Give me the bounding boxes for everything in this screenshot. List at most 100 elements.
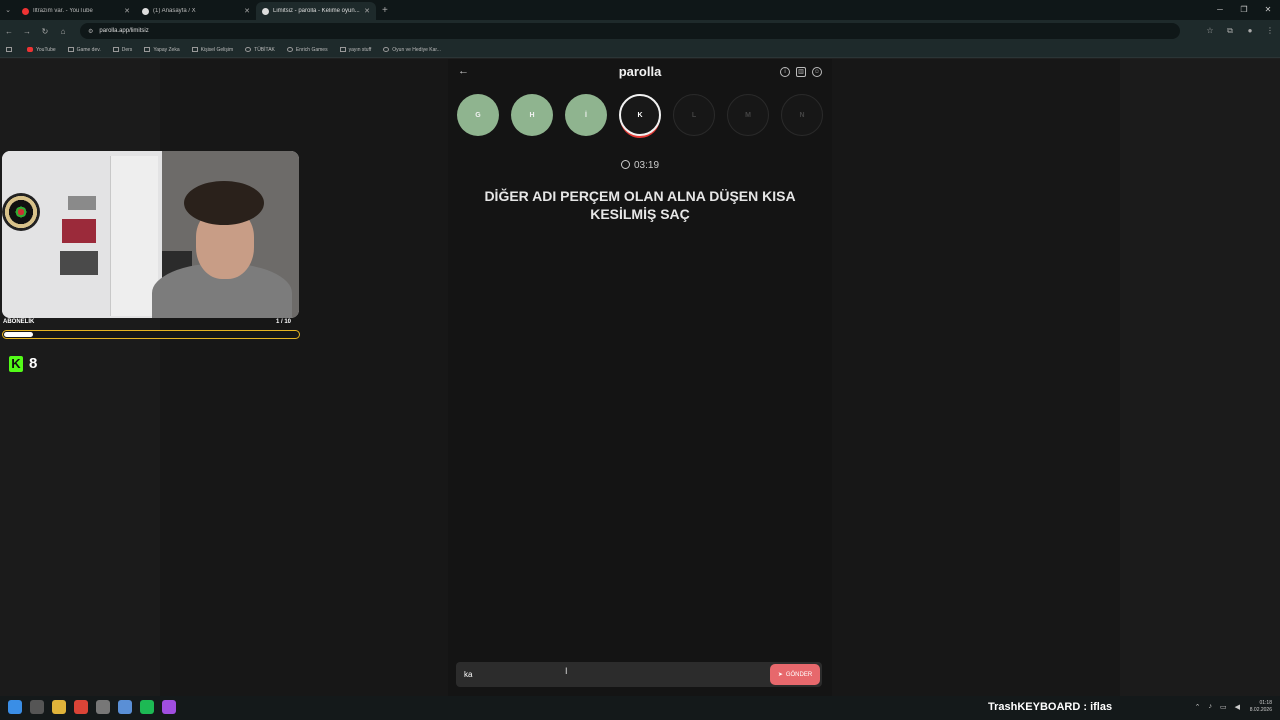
bookmark-label: Ders	[121, 46, 133, 53]
folder-icon	[191, 47, 198, 52]
menu-icon[interactable]: ⋮	[1260, 26, 1280, 36]
bookmark-folder[interactable]: Game dev.	[67, 46, 101, 53]
letter-circle: İ	[565, 94, 607, 136]
stats-icon[interactable]: ▥	[796, 67, 806, 77]
app-icon[interactable]	[118, 700, 132, 714]
folder-icon	[339, 47, 346, 52]
profile-icon[interactable]: ●	[1240, 26, 1260, 36]
subscription-count: 1 / 10	[276, 319, 292, 325]
address-bar-row: ← → ↻ ⌂ ⚙ parolla.app/limitsiz ☆ ⧉ ● ⋮	[0, 20, 1280, 42]
bookmark-folder[interactable]: Kişisel Gelişim	[191, 46, 234, 53]
bookmark-enrich[interactable]: Enrich Games	[286, 46, 328, 53]
tab-parolla[interactable]: Limitsiz - parolla - Kelime oyun... ✕	[256, 2, 376, 20]
extensions-icon[interactable]: ⧉	[1220, 26, 1240, 36]
bookmark-folder[interactable]: Ders	[112, 46, 133, 53]
current-letter-circle: K	[619, 94, 661, 136]
tab-search-icon[interactable]: ⌄	[0, 6, 16, 14]
parolla-favicon-icon	[262, 7, 269, 15]
kick-viewers: K 8	[9, 355, 37, 372]
clock-time: 01:18	[1259, 700, 1272, 706]
user-icon[interactable]: ☺	[812, 67, 822, 77]
webcam-overlay	[2, 151, 299, 318]
maximize-icon[interactable]: ❐	[1232, 0, 1256, 20]
bookmark-folder[interactable]: Yapay Zeka	[144, 46, 180, 53]
bookmark-label: Enrich Games	[295, 46, 328, 53]
youtube-favicon-icon	[22, 7, 29, 15]
stream-ticker: TrashKEYBOARD : iflas	[988, 701, 1113, 713]
bookmark-tubitak[interactable]: TÜBİTAK	[245, 47, 275, 53]
send-icon: ➤	[777, 672, 783, 678]
answer-box: ➤ GÖNDER	[456, 662, 822, 687]
bookmark-label: Yapay Zeka	[153, 46, 180, 53]
window-controls: ─ ❐ ✕	[1208, 0, 1280, 20]
clock-date: 8.02.2026	[1249, 707, 1272, 713]
tab-title: (1) Anasayfa / X	[153, 8, 196, 14]
bookmark-label: Kişisel Gelişim	[200, 46, 234, 53]
close-tab-icon[interactable]: ✕	[364, 7, 370, 15]
mic-icon[interactable]: ♪	[1208, 703, 1212, 711]
close-tab-icon[interactable]: ✕	[244, 7, 250, 15]
volume-icon[interactable]: ◀	[1235, 703, 1240, 711]
bookmark-oyun[interactable]: Oyun ve Hediye Kar...	[383, 47, 441, 53]
browser-tab-bar: ⌄ Iltrazım var. - YouTube ✕ (1) Anasayfa…	[0, 0, 1280, 20]
game-header: ← parolla i ▥ ☺	[448, 59, 832, 87]
clock-icon	[620, 160, 630, 169]
text-cursor-icon: I	[565, 666, 568, 676]
new-tab-icon[interactable]: +	[382, 5, 388, 16]
chrome-icon[interactable]	[74, 700, 88, 714]
send-button[interactable]: ➤ GÖNDER	[770, 664, 820, 685]
letter-circle: H	[511, 94, 553, 136]
tab-x[interactable]: (1) Anasayfa / X ✕	[136, 2, 256, 20]
taskbar: TrashKEYBOARD : iflas ⌃ ♪ ▭ ◀ 01:18 8.02…	[0, 696, 1280, 720]
bookmark-star-icon[interactable]: ☆	[1200, 26, 1220, 36]
settings-icon[interactable]	[96, 700, 110, 714]
bookmark-youtube[interactable]: YouTube	[27, 47, 56, 53]
question-text: DİĞER ADI PERÇEM OLAN ALNA DÜŞEN KISA KE…	[484, 188, 796, 222]
letter-circle: G	[457, 94, 499, 136]
answer-input[interactable]	[464, 667, 754, 682]
bookmark-label: TÜBİTAK	[254, 46, 275, 53]
network-icon[interactable]: ▭	[1220, 703, 1227, 711]
tab-title: Iltrazım var. - YouTube	[33, 8, 93, 14]
site-icon	[383, 47, 390, 52]
back-icon[interactable]: ←	[0, 27, 18, 36]
subscription-progress-bar	[2, 330, 300, 339]
letter-circle: L	[673, 94, 715, 136]
url-text: parolla.app/limitsiz	[99, 28, 149, 34]
messenger-icon[interactable]	[162, 700, 176, 714]
letter-track: G H İ K L M N	[457, 94, 823, 136]
info-icon[interactable]: i	[780, 67, 790, 77]
system-clock[interactable]: 01:18 8.02.2026	[1250, 700, 1272, 714]
bookmark-label: Game dev.	[76, 46, 101, 53]
url-field[interactable]: ⚙ parolla.app/limitsiz	[80, 23, 1180, 39]
bookmarks-bar: YouTube Game dev. Ders Yapay Zeka Kişise…	[0, 42, 1280, 58]
game-panel: ← parolla i ▥ ☺ G H İ K L M N 03:19 DİĞE…	[448, 59, 832, 696]
folder-icon	[112, 47, 119, 52]
kick-count: 8	[29, 355, 38, 372]
x-favicon-icon	[142, 7, 149, 15]
bookmark-label: yayın stuff	[348, 46, 372, 53]
youtube-icon	[27, 47, 33, 52]
bookmark-folder[interactable]: yayın stuff	[339, 46, 372, 53]
forward-icon[interactable]: →	[18, 27, 36, 36]
bookmark-label: YouTube	[36, 46, 56, 53]
file-explorer-icon[interactable]	[52, 700, 66, 714]
apps-icon[interactable]	[6, 47, 15, 52]
close-tab-icon[interactable]: ✕	[124, 7, 130, 15]
home-icon[interactable]: ⌂	[54, 27, 72, 36]
search-icon[interactable]	[30, 700, 44, 714]
bookmark-label: Oyun ve Hediye Kar...	[392, 46, 441, 53]
reload-icon[interactable]: ↻	[36, 27, 54, 36]
close-window-icon[interactable]: ✕	[1256, 0, 1280, 20]
kick-logo-icon: K	[9, 355, 23, 372]
spotify-icon[interactable]	[140, 700, 154, 714]
start-icon[interactable]	[8, 700, 22, 714]
subscription-progress-fill	[4, 332, 34, 337]
tab-youtube[interactable]: Iltrazım var. - YouTube ✕	[16, 2, 136, 20]
chevron-up-icon[interactable]: ⌃	[1195, 703, 1201, 711]
dartboard	[2, 193, 40, 231]
site-info-icon[interactable]: ⚙	[88, 28, 93, 35]
brand-logo[interactable]: parolla	[448, 64, 832, 79]
minimize-icon[interactable]: ─	[1208, 0, 1232, 20]
letter-circle: M	[727, 94, 769, 136]
